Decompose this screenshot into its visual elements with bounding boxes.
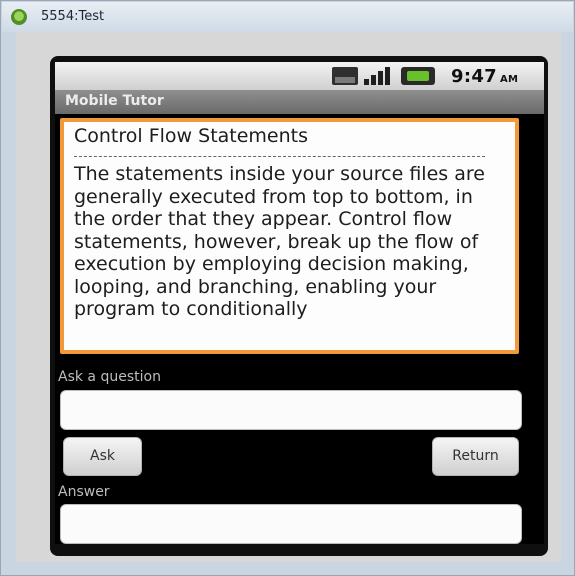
lesson-title: Control Flow Statements [74,125,309,147]
ask-question-label: Ask a question [58,369,161,385]
lesson-divider [74,156,485,157]
device-screen: 9:47 AM Mobile Tutor Control Flow Stateme… [55,62,544,544]
lesson-body-text: The statements inside your source files … [74,163,485,320]
window-title: 5554:Test [41,9,105,24]
status-time: 9:47 AM [451,66,518,87]
answer-label: Answer [58,484,110,500]
app-title: Mobile Tutor [65,93,164,109]
status-time-ampm: AM [499,74,519,85]
status-bar: 9:47 AM [55,62,544,90]
battery-icon [401,67,435,85]
sim-card-icon [332,67,358,85]
return-button[interactable]: Return [432,437,519,476]
emulator-app-icon [11,9,27,25]
status-time-value: 9:47 [451,66,497,87]
app-title-bar: Mobile Tutor [55,90,544,114]
window-titlebar[interactable]: 5554:Test [2,2,573,32]
signal-strength-icon [364,67,392,85]
lesson-content-panel[interactable]: Control Flow Statements The statements i… [60,118,519,354]
question-input[interactable] [60,390,522,430]
ask-button[interactable]: Ask [63,437,142,476]
answer-field[interactable] [60,504,522,544]
